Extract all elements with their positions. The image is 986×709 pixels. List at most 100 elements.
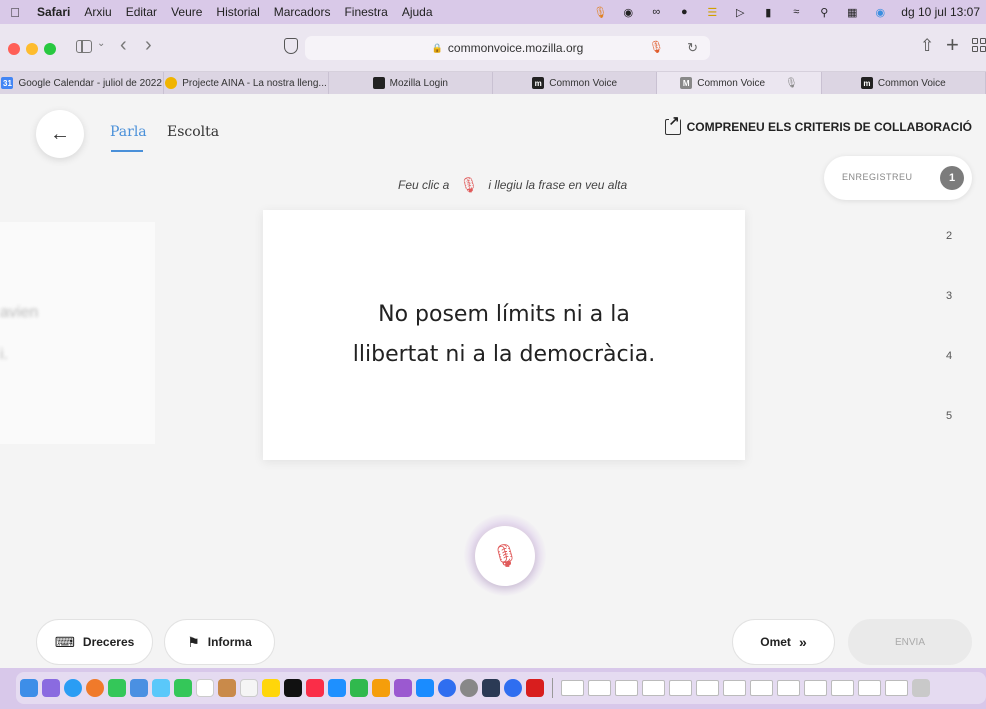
reload-icon[interactable]: ↻ — [687, 40, 698, 56]
dock-window-thumbnail[interactable] — [588, 680, 611, 696]
launchpad-icon[interactable] — [42, 679, 60, 697]
menu-veure[interactable]: Veure — [164, 5, 209, 19]
common-voice-favicon-icon: m — [532, 77, 545, 89]
menu-historial[interactable]: Historial — [209, 5, 266, 19]
apple-tv-icon[interactable] — [284, 679, 302, 697]
double-chevron-right-icon: » — [798, 634, 807, 650]
dock-window-thumbnail[interactable] — [642, 680, 665, 696]
dock-window-thumbnail[interactable] — [669, 680, 692, 696]
system-preferences-icon[interactable] — [460, 679, 478, 697]
menu-ajuda[interactable]: Ajuda — [395, 5, 440, 19]
share-icon[interactable]: ⇧ — [920, 36, 934, 56]
dock-window-thumbnail[interactable] — [696, 680, 719, 696]
numbers-icon[interactable] — [350, 679, 368, 697]
podcasts-icon[interactable] — [394, 679, 412, 697]
mail-icon[interactable] — [130, 679, 148, 697]
tab-listen[interactable]: Escolta — [167, 124, 219, 140]
tab-label: Projecte AINA - La nostra lleng... — [182, 77, 327, 89]
siri-icon[interactable]: ◉ — [873, 5, 887, 19]
forward-icon[interactable]: › — [145, 34, 152, 57]
zoom-window-button[interactable] — [44, 43, 56, 55]
keynote-icon[interactable] — [328, 679, 346, 697]
menu-bar:  Safari Arxiu Editar Veure Historial Ma… — [0, 0, 986, 24]
teams-icon[interactable] — [482, 679, 500, 697]
facetime-icon[interactable] — [174, 679, 192, 697]
translator-icon[interactable] — [438, 679, 456, 697]
record-button[interactable]: 🎙 — [475, 526, 535, 586]
finder-icon[interactable] — [20, 679, 38, 697]
messages-icon[interactable] — [108, 679, 126, 697]
back-button[interactable]: ← — [36, 110, 84, 158]
play-status-icon[interactable]: ▷ — [733, 5, 747, 19]
dock-window-thumbnail[interactable] — [561, 680, 584, 696]
dock-window-thumbnail[interactable] — [750, 680, 773, 696]
dock-window-thumbnail[interactable] — [885, 680, 908, 696]
contacts-icon[interactable] — [218, 679, 236, 697]
pages-icon[interactable] — [372, 679, 390, 697]
menu-finestra[interactable]: Finestra — [337, 5, 394, 19]
dock-window-thumbnail[interactable] — [615, 680, 638, 696]
dock-window-thumbnail[interactable] — [858, 680, 881, 696]
menu-editar[interactable]: Editar — [119, 5, 164, 19]
chevron-down-icon[interactable]: ⌄ — [97, 38, 105, 49]
tab-label: Common Voice — [877, 77, 946, 89]
reminders-icon[interactable] — [240, 679, 258, 697]
dock-window-thumbnail[interactable] — [804, 680, 827, 696]
criteria-label: COMPRENEU ELS CRITERIS DE COLLABORACIÓ — [686, 120, 972, 134]
back-icon[interactable]: ‹ — [120, 34, 127, 57]
tab-common-voice-1[interactable]: m Common Voice — [493, 72, 658, 94]
dock-window-thumbnail[interactable] — [831, 680, 854, 696]
menu-clock[interactable]: dg 10 jul 13:07 — [901, 5, 980, 19]
battery-icon[interactable]: ▮ — [761, 5, 775, 19]
minimize-window-button[interactable] — [26, 43, 38, 55]
submit-button[interactable]: ENVIA — [848, 619, 972, 665]
maps-icon[interactable] — [152, 679, 170, 697]
calendar-icon[interactable] — [196, 679, 214, 697]
menu-safari[interactable]: Safari — [30, 5, 77, 19]
privacy-shield-icon[interactable] — [284, 38, 298, 54]
tab-overview-icon[interactable] — [972, 38, 986, 52]
tab-common-voice-3[interactable]: m Common Voice — [822, 72, 986, 94]
tab-mozilla-login[interactable]: Mozilla Login — [329, 72, 493, 94]
arrow-left-icon: ← — [50, 122, 70, 145]
new-tab-icon[interactable]: + — [946, 32, 959, 58]
common-voice-favicon-icon: M — [680, 77, 693, 89]
menu-marcadors[interactable]: Marcadors — [267, 5, 338, 19]
infinity-status-icon[interactable]: ∞ — [649, 5, 663, 19]
tab-google-calendar[interactable]: 31 Google Calendar - juliol de 2022 — [0, 72, 165, 94]
menu-arxiu[interactable]: Arxiu — [77, 5, 118, 19]
criteria-link[interactable]: COMPRENEU ELS CRITERIS DE COLLABORACIÓ — [664, 113, 972, 135]
tab-mic-icon[interactable]: 🎙 — [785, 78, 798, 89]
report-button[interactable]: ⚑ Informa — [164, 619, 275, 665]
trash-icon[interactable] — [912, 679, 930, 697]
app-status-icon[interactable]: ● — [677, 5, 691, 19]
tab-projecte-aina[interactable]: Projecte AINA - La nostra lleng... — [164, 72, 329, 94]
dock-window-thumbnail[interactable] — [777, 680, 800, 696]
address-bar[interactable]: 🔒 commonvoice.mozilla.org 🎙 ↻ — [305, 36, 710, 60]
list-status-icon[interactable]: ☰ — [705, 5, 719, 19]
mic-status-icon[interactable]: 🎙 — [593, 5, 607, 19]
tab-speak[interactable]: Parla — [110, 124, 147, 140]
app-store-icon[interactable] — [416, 679, 434, 697]
dock-window-thumbnail[interactable] — [723, 680, 746, 696]
cat-status-icon[interactable]: ◉ — [621, 5, 635, 19]
translator-icon-2[interactable] — [504, 679, 522, 697]
mozilla-favicon-icon — [372, 77, 385, 89]
control-center-icon[interactable]: ▦ — [845, 5, 859, 19]
sidebar-toggle-icon[interactable] — [76, 40, 92, 53]
notes-icon[interactable] — [262, 679, 280, 697]
apple-icon[interactable]:  — [0, 5, 30, 20]
shortcuts-label: Dreceres — [82, 635, 135, 649]
shortcuts-button[interactable]: ⌨ Dreceres — [36, 619, 153, 665]
skip-button[interactable]: Omet » — [732, 619, 835, 665]
music-icon[interactable] — [306, 679, 324, 697]
chrome-icon[interactable] — [86, 679, 104, 697]
acrobat-icon[interactable] — [526, 679, 544, 697]
wifi-icon[interactable]: ≈ — [789, 5, 803, 19]
safari-icon[interactable] — [64, 679, 82, 697]
tab-common-voice-active[interactable]: M Common Voice 🎙 — [657, 72, 822, 94]
mic-in-use-icon[interactable]: 🎙 — [649, 40, 664, 54]
spotlight-icon[interactable]: ⚲ — [817, 5, 831, 19]
close-window-button[interactable] — [8, 43, 20, 55]
sentence-card: No posem límits ni a la llibertat ni a l… — [263, 210, 745, 460]
